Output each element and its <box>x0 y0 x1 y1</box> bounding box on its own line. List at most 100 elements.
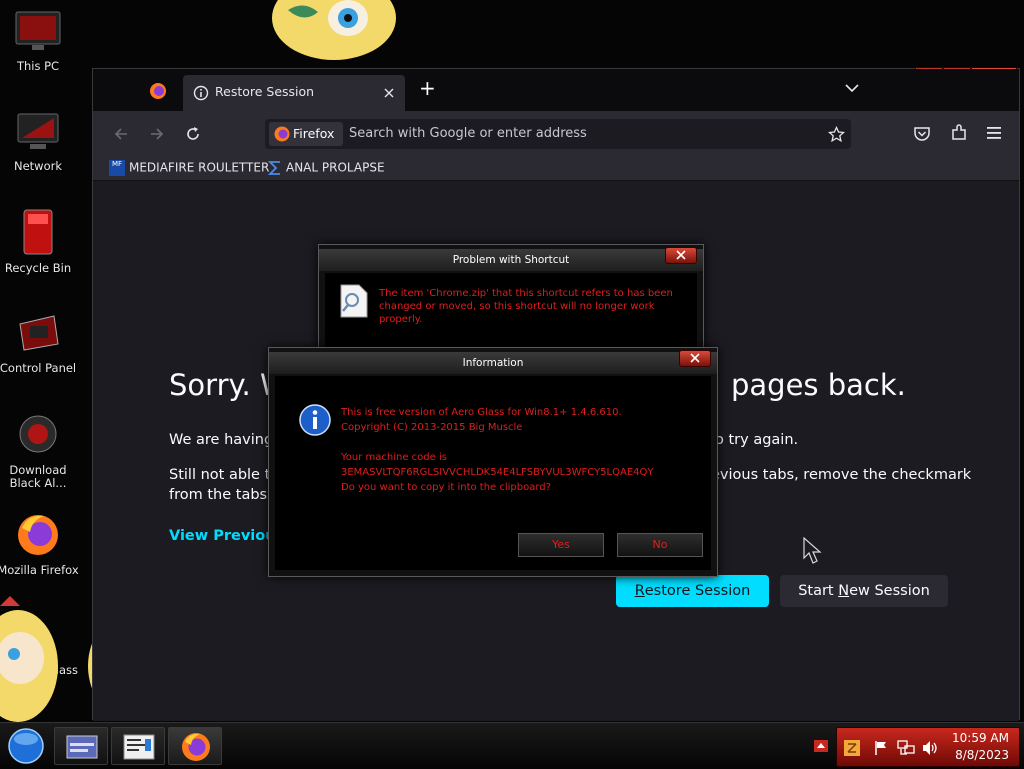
clock-time: 10:59 AM <box>952 731 1009 745</box>
clock[interactable]: 10:59 AM 8/8/2023 <box>952 730 1009 764</box>
hamburger-menu-icon[interactable] <box>986 126 1002 140</box>
body-line-1-right: o try again. <box>715 432 799 448</box>
back-arrow-icon[interactable] <box>113 126 129 142</box>
restore-session-button[interactable]: Restore Session <box>616 575 769 607</box>
mouse-cursor-icon <box>803 537 822 564</box>
taskbar-firefox[interactable] <box>168 727 222 765</box>
desktop-icon-network[interactable]: Network <box>0 108 80 173</box>
body-line-2-left: Still not able to <box>169 467 280 483</box>
body-line-2-right: evious tabs, remove the checkmark <box>711 467 972 483</box>
control-panel-icon <box>19 315 59 351</box>
document-window-icon <box>123 734 155 760</box>
yes-button[interactable]: Yes <box>518 533 604 557</box>
desktop-icon-label: Network <box>13 159 63 173</box>
explorer-window-icon <box>66 735 98 759</box>
view-previous-link[interactable]: View Previous <box>169 528 284 544</box>
extensions-icon[interactable] <box>950 124 968 142</box>
bookmarks-toolbar: MF MEDIAFIRE ROULETTER ANAL PROLAPSE <box>93 157 1019 181</box>
desktop-icon-download-black[interactable]: Download Black Al... <box>0 412 80 490</box>
cartoon-sticker-left <box>0 596 58 722</box>
forward-arrow-icon[interactable] <box>149 126 165 142</box>
close-icon <box>676 250 686 260</box>
info-line-2: Copyright (C) 2013-2015 Big Muscle <box>341 422 523 433</box>
bookmark-label: ANAL PROLAPSE <box>286 160 385 175</box>
firefox-logo-icon <box>274 126 290 142</box>
start-new-session-button[interactable]: Start New Session <box>780 575 948 607</box>
info-circle-icon <box>193 85 209 101</box>
machine-code: 3EMASVLTQF6RGLSIVVCHLDK54E4LFSBYVUL3WFCY… <box>341 467 654 478</box>
taskbar: 10:59 AM 8/8/2023 <box>0 722 1024 768</box>
missing-file-icon <box>340 284 368 318</box>
url-bar[interactable]: Firefox Search with Google or enter addr… <box>265 119 851 149</box>
close-tab-icon[interactable] <box>383 87 395 99</box>
firefox-icon <box>18 515 58 555</box>
url-placeholder: Search with Google or enter address <box>349 126 587 141</box>
dialog-title: Problem with Shortcut <box>319 249 703 271</box>
no-button[interactable]: No <box>617 533 703 557</box>
network-tray-icon[interactable] <box>897 740 915 756</box>
new-session-rest: ew Session <box>849 583 930 599</box>
desktop-icon-control-panel[interactable]: Control Panel <box>0 310 80 375</box>
dialog-close-button[interactable] <box>679 350 711 367</box>
restore-mnemonic: R <box>634 583 645 599</box>
desktop-icon-recycle-bin[interactable]: Recycle Bin <box>0 208 80 275</box>
taskbar-file-explorer[interactable] <box>54 727 108 765</box>
desktop-icon-label: This PC <box>16 59 60 73</box>
identity-label: Firefox <box>293 126 335 141</box>
taskbar-document-app[interactable] <box>111 727 165 765</box>
information-dialog: Information This is free version of Aero… <box>268 347 718 577</box>
reload-icon[interactable] <box>185 126 201 142</box>
desktop-icon-this-pc[interactable]: This PC <box>0 8 80 73</box>
tab-label: Restore Session <box>215 84 315 99</box>
tray-overflow-flag-icon[interactable] <box>814 740 828 752</box>
desktop-icon-label: Mozilla Firefox <box>0 563 79 577</box>
new-tab-button[interactable]: + <box>419 78 436 98</box>
tab-restore-session[interactable]: Restore Session <box>183 75 405 111</box>
clock-date: 8/8/2023 <box>955 748 1009 762</box>
new-session-mnemonic: N <box>838 583 850 599</box>
firefox-icon <box>182 733 210 761</box>
info-line-5: Do you want to copy it into the clipboar… <box>341 482 551 493</box>
start-orb-icon <box>8 728 44 764</box>
information-icon <box>299 404 331 436</box>
dialog-body: This is free version of Aero Glass for W… <box>275 376 711 570</box>
desktop-icon-label: Recycle Bin <box>4 261 72 275</box>
sigma-icon <box>267 161 280 175</box>
new-session-prefix: Start <box>798 583 839 599</box>
dialog-close-button[interactable] <box>665 247 697 264</box>
close-icon <box>690 353 700 363</box>
action-center-flag-icon[interactable] <box>873 740 889 756</box>
bookmark-label: MEDIAFIRE ROULETTER <box>129 160 270 175</box>
mediafire-icon: MF <box>109 160 125 176</box>
info-line-3: Your machine code is <box>341 452 447 463</box>
dialog-title: Information <box>269 352 717 374</box>
firefox-view-icon[interactable] <box>149 82 167 100</box>
info-line-1: This is free version of Aero Glass for W… <box>341 407 622 418</box>
recycle-bin-icon <box>23 209 53 255</box>
desktop-icon-label: Download Black Al... <box>9 463 67 490</box>
desktop-icon-mozilla-firefox[interactable]: Mozilla Firefox <box>0 512 80 577</box>
navigation-toolbar: Firefox Search with Google or enter addr… <box>93 111 1019 157</box>
monitor-icon <box>15 11 61 50</box>
pocket-icon[interactable] <box>913 125 931 142</box>
identity-box[interactable]: Firefox <box>269 122 343 146</box>
cartoon-sticker-top <box>272 0 396 60</box>
bookmark-anal-prolapse[interactable]: ANAL PROLAPSE <box>267 160 385 176</box>
dialog-message-line-1: The item 'Chrome.zip' that this shortcut… <box>379 288 673 299</box>
tab-strip: Restore Session + <box>93 69 1019 111</box>
dialog-message-line-2: changed or moved, so this shortcut will … <box>379 301 655 325</box>
volume-icon[interactable] <box>921 740 939 756</box>
app-tray-icon[interactable] <box>844 740 860 756</box>
bookmark-star-icon[interactable] <box>828 126 845 143</box>
body-line-1-left: We are having <box>169 432 274 448</box>
download-app-icon <box>19 415 57 453</box>
page-heading-right: pages back. <box>731 368 906 402</box>
start-button[interactable] <box>6 727 46 765</box>
restore-label: estore Session <box>644 583 751 599</box>
bookmark-mediafire-rouletter[interactable]: MF MEDIAFIRE ROULETTER <box>109 160 269 176</box>
system-tray: 10:59 AM 8/8/2023 <box>836 727 1020 767</box>
network-icon <box>17 113 59 149</box>
desktop-icon-label: Control Panel <box>0 361 77 375</box>
chevron-down-icon[interactable] <box>845 83 859 93</box>
body-line-3-left: from the tabs y <box>169 487 281 503</box>
